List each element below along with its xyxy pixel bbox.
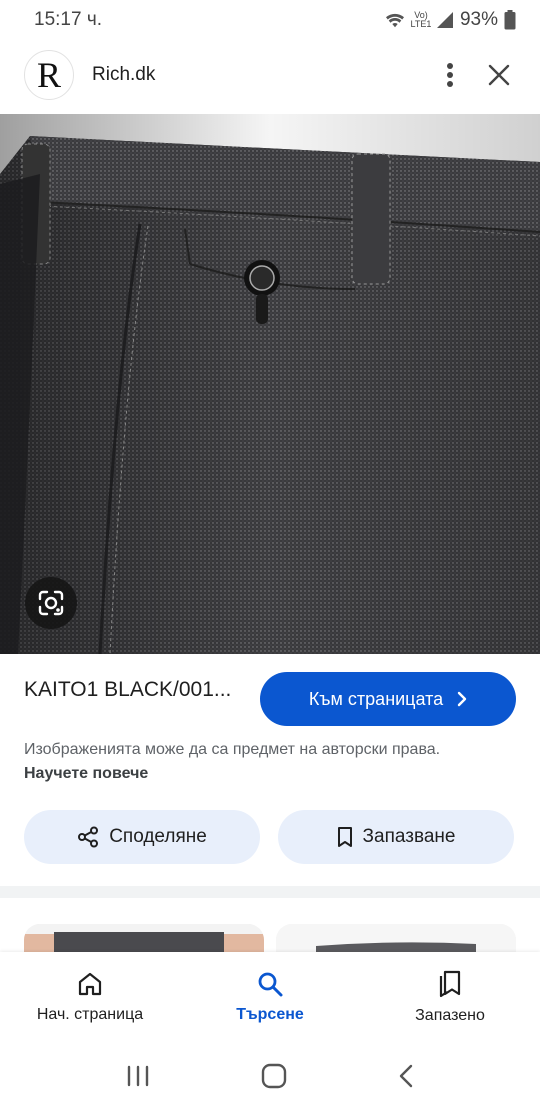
copyright-text: Изображенията може да са предмет на авто… <box>24 741 441 758</box>
wifi-icon <box>385 13 404 28</box>
product-title[interactable]: KAITO1 BLACK/001... <box>24 676 244 704</box>
site-name[interactable]: Rich.dk <box>92 64 446 86</box>
status-indicators: Vo) LTE1 93% <box>384 9 516 31</box>
nav-saved-label: Запазено <box>415 1007 485 1024</box>
nav-saved[interactable]: Запазено <box>360 952 540 1042</box>
share-button[interactable]: Споделяне <box>24 810 260 864</box>
learn-more-link[interactable]: Научете повече <box>24 765 148 782</box>
signal-icon <box>436 12 453 28</box>
save-label: Запазване <box>362 826 456 847</box>
home-button-icon[interactable] <box>261 1063 287 1089</box>
status-bar: 15:17 ч. Vo) LTE1 93% <box>0 0 540 40</box>
nav-search[interactable]: Търсене <box>180 952 360 1042</box>
bottom-nav: Нач. страница Търсене Запазено <box>0 952 540 1042</box>
saved-icon <box>439 970 461 998</box>
site-logo[interactable]: R <box>24 50 74 100</box>
site-header: R Rich.dk <box>0 44 540 106</box>
trousers-image <box>0 114 540 654</box>
system-nav-bar <box>0 1042 540 1110</box>
header-actions <box>446 62 516 88</box>
battery-icon <box>504 10 516 30</box>
home-icon <box>78 972 102 996</box>
nav-home-label: Нач. страница <box>36 1006 144 1023</box>
lens-icon <box>38 590 64 616</box>
share-label: Споделяне <box>109 826 207 847</box>
share-icon <box>78 826 99 848</box>
network-label: Vo) LTE1 <box>410 10 432 29</box>
visit-page-label: Към страницата <box>308 688 444 709</box>
save-button[interactable]: Запазване <box>278 810 514 864</box>
lens-button[interactable] <box>25 577 77 629</box>
status-time: 15:17 ч. <box>34 9 103 30</box>
nav-search-label: Търсене <box>236 1006 304 1023</box>
battery-percent: 93% <box>459 9 498 30</box>
search-icon <box>258 972 283 997</box>
status-icons: Vo) LTE1 <box>384 11 454 29</box>
copyright-note: Изображенията може да са предмет на авто… <box>24 738 494 786</box>
product-image[interactable] <box>0 114 540 654</box>
nav-home[interactable]: Нач. страница <box>0 952 180 1042</box>
chevron-right-icon <box>457 691 467 707</box>
back-icon[interactable] <box>398 1064 414 1088</box>
bookmark-icon <box>337 827 352 847</box>
section-divider <box>0 886 540 898</box>
visit-page-button[interactable]: Към страницата <box>260 672 516 726</box>
close-icon[interactable] <box>488 64 510 86</box>
recents-icon[interactable] <box>126 1065 150 1087</box>
more-vert-icon[interactable] <box>446 62 454 88</box>
